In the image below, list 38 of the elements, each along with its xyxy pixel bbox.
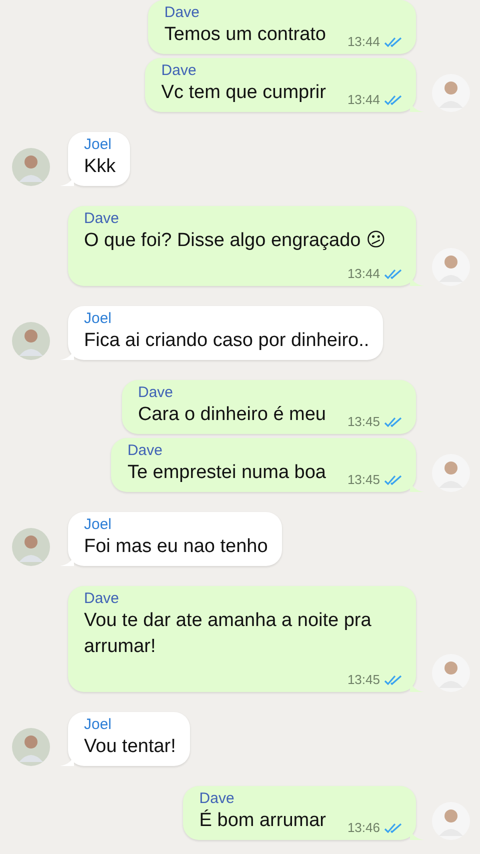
message-time: 13:44 [347, 266, 380, 282]
message-text: Vou te dar ate amanha a noite pra arrumar! [84, 609, 372, 659]
sender-name: Dave [161, 62, 198, 80]
sender-name: Joel [84, 516, 113, 534]
message-text: Cara o dinheiro é meu [138, 403, 326, 427]
sender-name: Joel [84, 310, 113, 328]
message-text: Fica ai criando caso por dinheiro.. [84, 329, 370, 353]
avatar [432, 74, 470, 112]
message-text: É bom arrumar [199, 808, 326, 833]
sender-name: Dave [199, 790, 236, 808]
avatar [432, 654, 470, 692]
message-time: 13:45 [347, 672, 380, 688]
sender-name: Dave [138, 384, 174, 402]
avatar [12, 728, 50, 766]
avatar [432, 248, 470, 286]
avatar [432, 802, 470, 840]
sender-name: Dave [84, 210, 120, 228]
avatar [12, 528, 50, 566]
message-text: Vc tem que cumprir [161, 81, 326, 105]
avatar [432, 454, 470, 492]
sender-name: Dave [164, 4, 200, 22]
message-time: 13:45 [347, 472, 380, 488]
message-text: O que foi? Disse algo engraçado 😕 [84, 229, 386, 253]
message-time: 13:44 [347, 92, 380, 108]
message-time: 13:44 [347, 34, 380, 50]
sender-name: Dave [84, 590, 120, 608]
sender-name: Dave [127, 442, 164, 460]
sender-name: Joel [84, 716, 113, 734]
message-text: Temos um contrato [164, 23, 326, 47]
message-text: Kkk [84, 155, 116, 179]
message-text: Foi mas eu nao tenho [84, 535, 268, 559]
message-time: 13:46 [347, 820, 380, 836]
avatar [12, 148, 50, 186]
message-text: Vou tentar! [84, 735, 176, 759]
avatar [12, 322, 50, 360]
sender-name: Joel [84, 136, 113, 154]
message-time: 13:45 [347, 414, 380, 430]
message-text: Te emprestei numa boa [127, 461, 326, 485]
